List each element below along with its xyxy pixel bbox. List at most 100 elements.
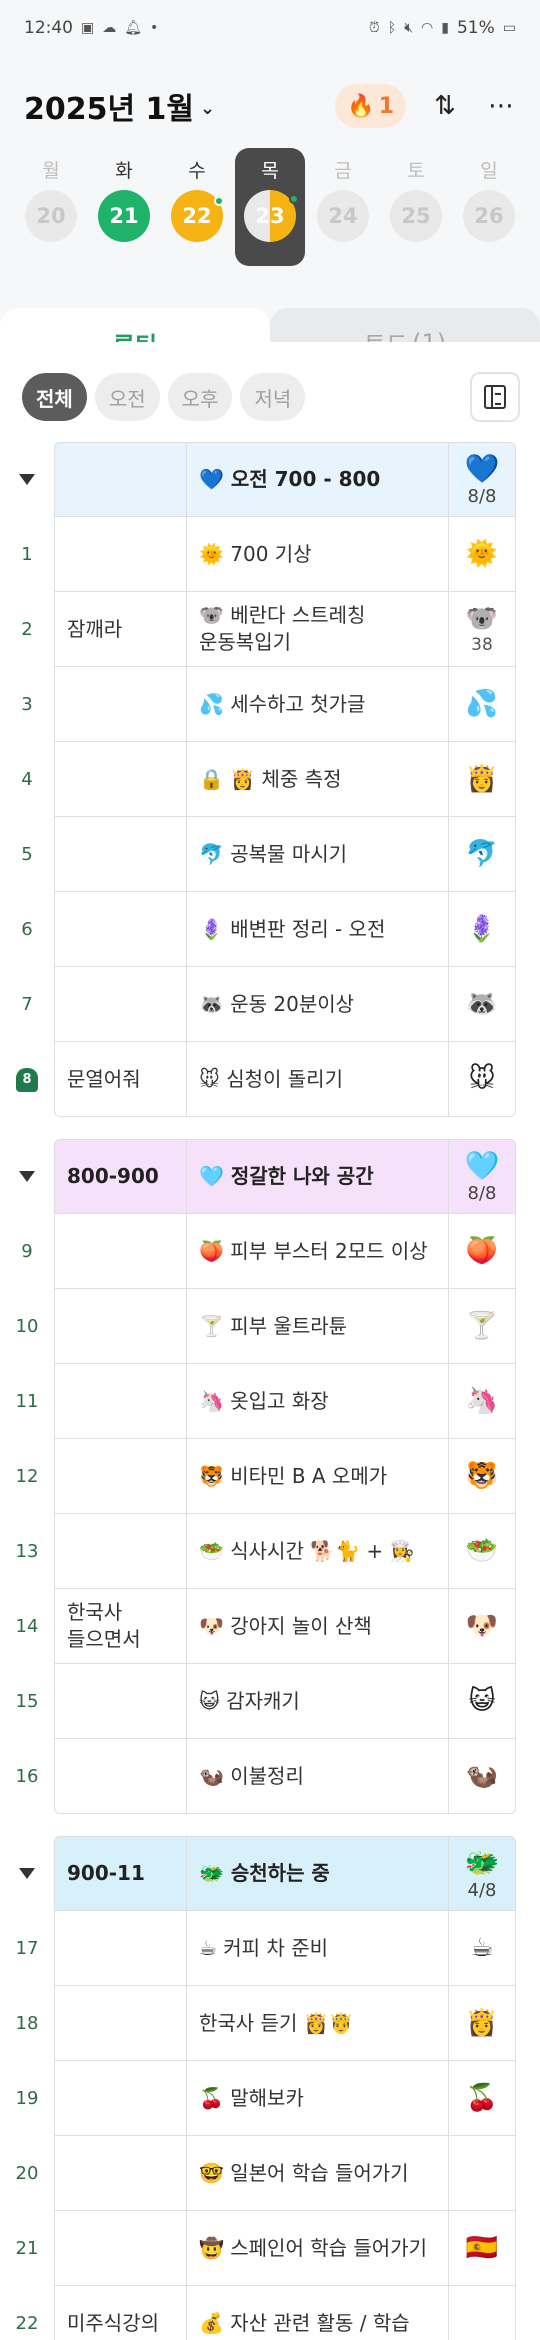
routine-row[interactable]: 7 🦝 운동 20분이상 🦝 (0, 967, 540, 1042)
routine-task[interactable]: ☕ 커피 차 준비 (186, 1911, 448, 1986)
routine-task[interactable]: 🐬 공복물 마시기 (186, 817, 448, 892)
routine-task[interactable]: 🦄 옷입고 화장 (186, 1364, 448, 1439)
routine-row[interactable]: 1 🌞 700 기상 🌞 (0, 517, 540, 592)
row-status[interactable]: 🌞 (448, 517, 516, 592)
row-status[interactable]: 👸 (448, 1986, 516, 2061)
row-status[interactable]: 🐯 (448, 1439, 516, 1514)
routine-task[interactable]: 🐨 베란다 스트레칭 운동복입기 (186, 592, 448, 667)
routine-row[interactable]: 6 🪻 배변판 정리 - 오전 🪻 (0, 892, 540, 967)
routine-row[interactable]: 17 ☕ 커피 차 준비 ☕ (0, 1911, 540, 1986)
section-header[interactable]: 💙 오전 700 - 800 💙 8/8 (0, 442, 540, 517)
routine-row[interactable]: 16 🦦 이불정리 🦦 (0, 1739, 540, 1814)
routine-task[interactable]: 💰 자산 관련 활동 / 학습 (186, 2286, 448, 2340)
row-status[interactable]: 🐬 (448, 817, 516, 892)
day-26[interactable]: 일 26 (460, 156, 518, 272)
section-header[interactable]: 800-900 🩵 정갈한 나와 공간 🩵 8/8 (0, 1139, 540, 1214)
routine-task[interactable]: 🥗 식사시간 🐕🐈 + 👩‍🍳 (186, 1514, 448, 1589)
routine-row[interactable]: 22 미주식강의 💰 자산 관련 활동 / 학습 (0, 2286, 540, 2340)
routine-row[interactable]: 19 🍒 말해보카 🍒 (0, 2061, 540, 2136)
filter-morning[interactable]: 오전 (94, 373, 160, 421)
row-status[interactable]: 🍒 (448, 2061, 516, 2136)
sort-button[interactable]: ⇅ (428, 89, 462, 123)
row-status[interactable]: 🦝 (448, 967, 516, 1042)
day-23[interactable]: 목 23 (235, 148, 305, 272)
routine-row[interactable]: 11 🦄 옷입고 화장 🦄 (0, 1364, 540, 1439)
routine-task[interactable]: 🦝 운동 20분이상 (186, 967, 448, 1042)
row-number: 22 (15, 2313, 39, 2334)
routine-task[interactable]: 💦 세수하고 첫가글 (186, 667, 448, 742)
day-21[interactable]: 화 21 (95, 156, 153, 272)
day-24[interactable]: 금 24 (314, 156, 372, 272)
section-progress: 🐲 4/8 (448, 1836, 516, 1911)
routine-row[interactable]: 2 잠깨라 🐨 베란다 스트레칭 운동복입기 🐨 38 (0, 592, 540, 667)
routine-row[interactable]: 15 😺 감자캐기 😺 (0, 1664, 540, 1739)
routine-row[interactable]: 14 한국사 들으면서 🐶 강아지 놀이 산책 🐶 (0, 1589, 540, 1664)
streak-badge[interactable]: 🔥 1 (335, 84, 406, 128)
row-status[interactable]: 🐶 (448, 1589, 516, 1664)
month-selector[interactable]: 2025년 1월 ⌄ (24, 84, 215, 128)
collapse-toggle[interactable] (0, 1139, 54, 1214)
row-number: 16 (15, 1766, 39, 1787)
routine-row[interactable]: 10 🍸 피부 울트라튠 🍸 (0, 1289, 540, 1364)
routine-row[interactable]: 8 문열어줘 🐭 심청이 돌리기 🐭 (0, 1042, 540, 1117)
routine-task[interactable]: 🐶 강아지 놀이 산책 (186, 1589, 448, 1664)
routine-row[interactable]: 4 🔒 👸 체중 측정 👸 (0, 742, 540, 817)
routine-task[interactable]: 🌞 700 기상 (186, 517, 448, 592)
routine-task[interactable]: 😺 감자캐기 (186, 1664, 448, 1739)
row-status[interactable]: 👸 (448, 742, 516, 817)
row-number: 5 (21, 844, 33, 865)
day-25[interactable]: 토 25 (387, 156, 445, 272)
routine-row[interactable]: 21 🤠 스페인어 학습 들어가기 🇪🇸 (0, 2211, 540, 2286)
day-20[interactable]: 월 20 (22, 156, 80, 272)
row-status[interactable]: 💦 (448, 667, 516, 742)
top-bar: 2025년 1월 ⌄ 🔥 1 ⇅ ⋯ (0, 56, 540, 156)
row-status[interactable]: 🦄 (448, 1364, 516, 1439)
routine-task[interactable]: 🍸 피부 울트라튠 (186, 1289, 448, 1364)
row-status[interactable]: 🦦 (448, 1739, 516, 1814)
routine-row[interactable]: 9 🍑 피부 부스터 2모드 이상 🍑 (0, 1214, 540, 1289)
routine-row[interactable]: 12 🐯 비타민 B A 오메가 🐯 (0, 1439, 540, 1514)
view-mode-button[interactable] (470, 372, 520, 422)
routine-row[interactable]: 20 🤓 일본어 학습 들어가기 (0, 2136, 540, 2211)
row-status[interactable]: 🐨 38 (448, 592, 516, 667)
row-grid: 🤠 스페인어 학습 들어가기 🇪🇸 (54, 2211, 516, 2286)
row-status[interactable]: ☕ (448, 1911, 516, 1986)
section-badge-icon: 🩵 (464, 1149, 500, 1183)
row-grid: 💦 세수하고 첫가글 💦 (54, 667, 516, 742)
row-status-icon: 👸 (465, 2008, 499, 2038)
row-status[interactable]: 🥗 (448, 1514, 516, 1589)
row-status[interactable]: 🐭 (448, 1042, 516, 1117)
more-button[interactable]: ⋯ (484, 89, 518, 123)
routine-row[interactable]: 13 🥗 식사시간 🐕🐈 + 👩‍🍳 🥗 (0, 1514, 540, 1589)
routine-row[interactable]: 18 한국사 듣기 👸🤴 👸 (0, 1986, 540, 2061)
routine-row[interactable]: 5 🐬 공복물 마시기 🐬 (0, 817, 540, 892)
section-progress-count: 4/8 (467, 1880, 497, 1902)
routine-task[interactable]: 🪻 배변판 정리 - 오전 (186, 892, 448, 967)
filter-afternoon[interactable]: 오후 (167, 373, 233, 421)
row-grid: 🔒 👸 체중 측정 👸 (54, 742, 516, 817)
routine-task[interactable]: 🍑 피부 부스터 2모드 이상 (186, 1214, 448, 1289)
filter-all[interactable]: 전체 (22, 373, 87, 421)
routine-row[interactable]: 3 💦 세수하고 첫가글 💦 (0, 667, 540, 742)
routine-task[interactable]: 🐭 심청이 돌리기 (186, 1042, 448, 1117)
day-22[interactable]: 수 22 (168, 156, 226, 272)
routine-task[interactable]: 🤓 일본어 학습 들어가기 (186, 2136, 448, 2211)
row-status[interactable]: 🍑 (448, 1214, 516, 1289)
collapse-toggle[interactable] (0, 1836, 54, 1911)
collapse-toggle[interactable] (0, 442, 54, 517)
row-status[interactable]: 🪻 (448, 892, 516, 967)
filter-evening[interactable]: 저녁 (240, 373, 306, 421)
routine-task[interactable]: 🐯 비타민 B A 오메가 (186, 1439, 448, 1514)
row-status[interactable]: 🍸 (448, 1289, 516, 1364)
row-status[interactable]: 🇪🇸 (448, 2211, 516, 2286)
section-header[interactable]: 900-11 🐲 승천하는 중 🐲 4/8 (0, 1836, 540, 1911)
routine-task[interactable]: 한국사 듣기 👸🤴 (186, 1986, 448, 2061)
routine-task[interactable]: 🤠 스페인어 학습 들어가기 (186, 2211, 448, 2286)
row-status-icon: 🥗 (465, 1536, 499, 1566)
routine-task[interactable]: 🔒 👸 체중 측정 (186, 742, 448, 817)
row-status[interactable] (448, 2286, 516, 2340)
routine-task[interactable]: 🍒 말해보카 (186, 2061, 448, 2136)
row-status[interactable]: 😺 (448, 1664, 516, 1739)
routine-task[interactable]: 🦦 이불정리 (186, 1739, 448, 1814)
row-status[interactable] (448, 2136, 516, 2211)
